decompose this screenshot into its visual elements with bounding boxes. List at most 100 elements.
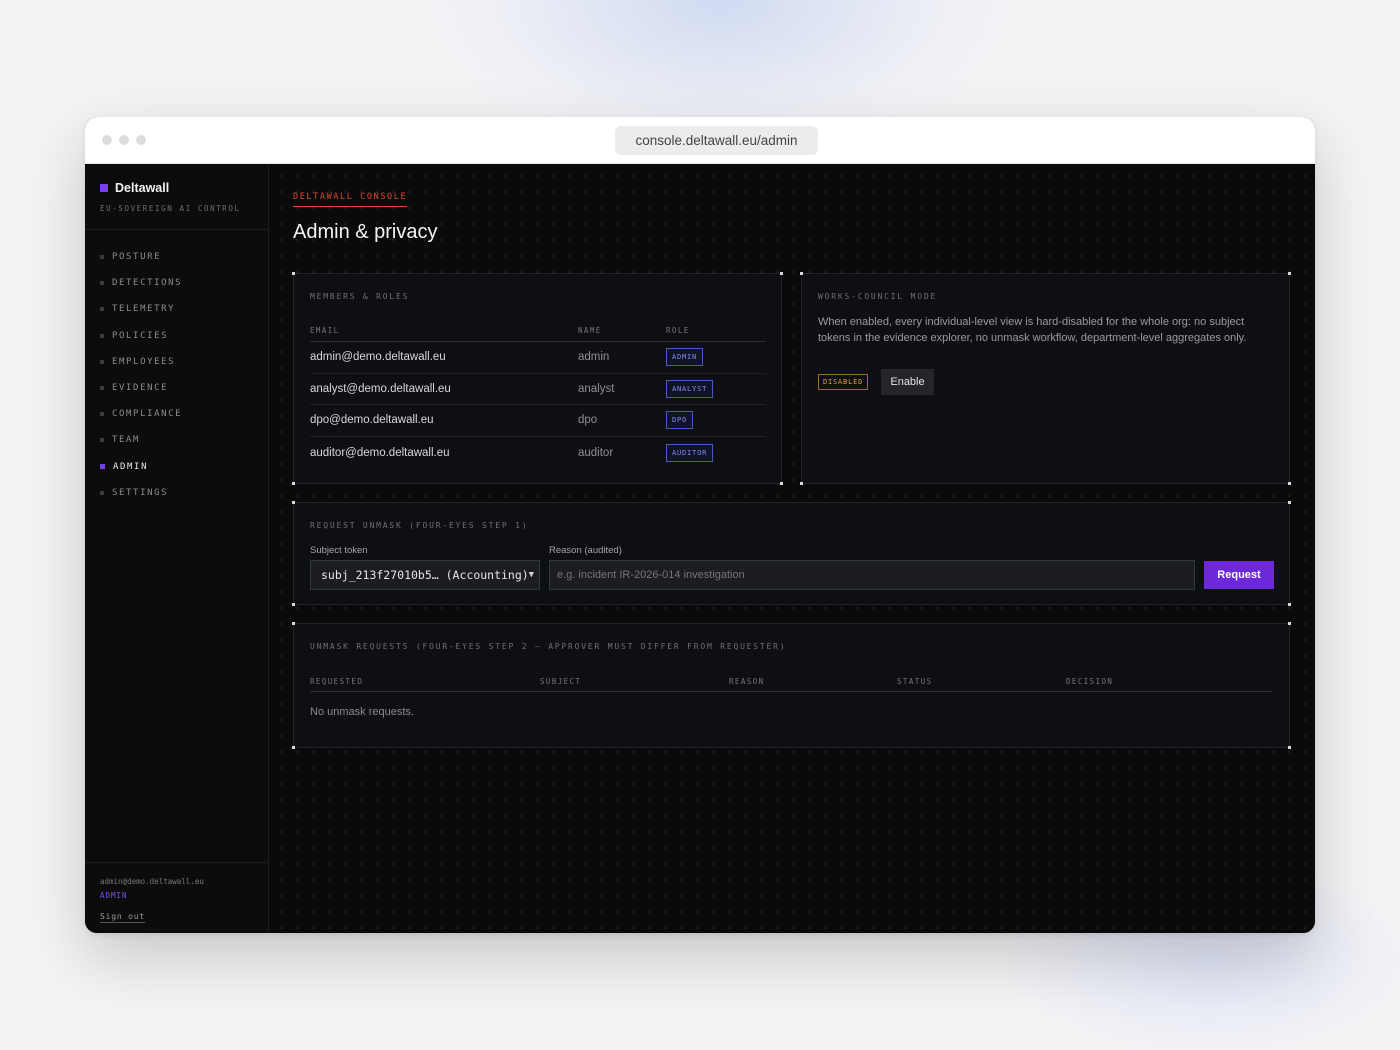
sidebar-item-admin[interactable]: ADMIN: [85, 454, 268, 480]
corner-marker: [292, 622, 295, 625]
corner-marker: [292, 501, 295, 504]
chevron-down-icon: ▼: [528, 570, 534, 580]
column-header-email: EMAIL: [310, 326, 340, 335]
works-council-panel: WORKS-COUNCIL MODE When enabled, every i…: [800, 272, 1291, 485]
brand-tagline: EU-SOVEREIGN AI CONTROL: [100, 204, 241, 213]
table-row: dpo@demo.deltawall.eu dpo DPO: [310, 405, 766, 437]
sidebar-item-label: EMPLOYEES: [112, 356, 176, 367]
bullet-icon: [100, 255, 104, 260]
bullet-icon: [100, 281, 104, 286]
request-button[interactable]: Request: [1204, 561, 1274, 589]
page-title: Admin & privacy: [293, 221, 438, 243]
brand: Deltawall EU-SOVEREIGN AI CONTROL: [85, 164, 268, 230]
bullet-icon: [100, 307, 104, 312]
works-council-description: When enabled, every individual-level vie…: [818, 316, 1247, 344]
table-row: analyst@demo.deltawall.eu analyst ANALYS…: [310, 374, 766, 406]
sidebar-item-posture[interactable]: POSTURE: [85, 244, 268, 270]
sidebar-item-telemetry[interactable]: TELEMETRY: [85, 296, 268, 322]
corner-marker: [1288, 746, 1291, 749]
sidebar-item-employees[interactable]: EMPLOYEES: [85, 349, 268, 375]
member-email: admin@demo.deltawall.eu: [310, 351, 446, 364]
empty-state-message: No unmask requests.: [310, 706, 414, 718]
member-name: auditor: [578, 446, 614, 459]
sidebar-item-label: COMPLIANCE: [112, 409, 183, 420]
bullet-icon: [100, 386, 104, 391]
corner-marker: [1288, 622, 1291, 625]
role-badge: DPO: [666, 411, 694, 430]
main-content: DELTAWALL CONSOLE Admin & privacy MEMBER…: [269, 164, 1315, 933]
corner-marker: [292, 482, 295, 485]
brand-logo-icon: [100, 184, 108, 192]
request-unmask-panel: REQUEST UNMASK (FOUR-EYES STEP 1) Subjec…: [292, 501, 1291, 606]
member-email: analyst@demo.deltawall.eu: [310, 382, 451, 395]
page-eyebrow: DELTAWALL CONSOLE: [293, 192, 408, 207]
table-header: REQUESTED SUBJECT REASON STATUS DECISION: [310, 670, 1273, 692]
panel-label: WORKS-COUNCIL MODE: [818, 292, 938, 301]
bullet-icon: [100, 333, 104, 338]
sidebar-item-policies[interactable]: POLICIES: [85, 323, 268, 349]
corner-marker: [780, 482, 783, 485]
bullet-icon: [100, 490, 104, 495]
bullet-icon: [100, 412, 104, 417]
enable-button[interactable]: Enable: [881, 369, 934, 395]
unmask-requests-panel: UNMASK REQUESTS (FOUR-EYES STEP 2 — APPR…: [292, 622, 1291, 749]
corner-marker: [292, 603, 295, 606]
minimize-window-dot[interactable]: [119, 135, 129, 145]
reason-label: Reason (audited): [549, 545, 622, 556]
column-header-status: STATUS: [897, 677, 933, 686]
sidebar-item-label: DETECTIONS: [112, 278, 183, 289]
sidebar-item-label: POSTURE: [112, 252, 162, 263]
role-badge: ANALYST: [666, 379, 714, 398]
brand-name: Deltawall: [115, 181, 170, 195]
corner-marker: [292, 272, 295, 275]
panel-label: UNMASK REQUESTS (FOUR-EYES STEP 2 — APPR…: [310, 642, 787, 651]
user-role: ADMIN: [100, 891, 128, 900]
members-panel: MEMBERS & ROLES EMAIL NAME ROLE admin@de…: [292, 272, 783, 485]
corner-marker: [780, 272, 783, 275]
column-header-decision: DECISION: [1066, 677, 1114, 686]
sidebar-item-detections[interactable]: DETECTIONS: [85, 270, 268, 296]
browser-titlebar: console.deltawall.eu/admin: [85, 117, 1315, 164]
column-header-role: ROLE: [666, 326, 690, 335]
subject-token-select[interactable]: subj_213f27010b5… (Accounting) ▼: [310, 560, 540, 590]
table-header: EMAIL NAME ROLE: [310, 320, 766, 342]
corner-marker: [1288, 501, 1291, 504]
app-shell: Deltawall EU-SOVEREIGN AI CONTROL POSTUR…: [85, 164, 1315, 933]
close-window-dot[interactable]: [102, 135, 112, 145]
user-email: admin@demo.deltawall.eu: [100, 877, 204, 886]
sign-out-link[interactable]: Sign out: [100, 912, 145, 923]
sidebar-item-compliance[interactable]: COMPLIANCE: [85, 401, 268, 427]
bullet-icon: [100, 359, 104, 364]
reason-input[interactable]: e.g. incident IR-2026-014 investigation: [549, 560, 1195, 590]
column-header-requested: REQUESTED: [310, 677, 364, 686]
sidebar-item-label: EVIDENCE: [112, 383, 169, 394]
column-header-subject: SUBJECT: [540, 677, 582, 686]
sidebar-item-settings[interactable]: SETTINGS: [85, 480, 268, 506]
subject-token-label: Subject token: [310, 545, 368, 556]
sidebar-item-evidence[interactable]: EVIDENCE: [85, 375, 268, 401]
sidebar: Deltawall EU-SOVEREIGN AI CONTROL POSTUR…: [85, 164, 269, 933]
sidebar-item-label: TELEMETRY: [112, 304, 176, 315]
member-name: admin: [578, 351, 610, 364]
column-header-reason: REASON: [729, 677, 765, 686]
subject-token-value: subj_213f27010b5… (Accounting): [321, 568, 529, 582]
corner-marker: [1288, 272, 1291, 275]
window-controls: [102, 135, 146, 145]
url-bar[interactable]: console.deltawall.eu/admin: [615, 126, 818, 155]
sidebar-item-label: POLICIES: [112, 330, 169, 341]
sidebar-item-label: SETTINGS: [112, 487, 169, 498]
member-name: dpo: [578, 414, 598, 427]
sidebar-item-team[interactable]: TEAM: [85, 427, 268, 453]
corner-marker: [800, 482, 803, 485]
corner-marker: [1288, 603, 1291, 606]
member-email: dpo@demo.deltawall.eu: [310, 414, 434, 427]
maximize-window-dot[interactable]: [136, 135, 146, 145]
member-name: analyst: [578, 382, 615, 395]
corner-marker: [292, 746, 295, 749]
role-badge: ADMIN: [666, 348, 704, 367]
status-badge: DISABLED: [818, 374, 869, 390]
corner-marker: [800, 272, 803, 275]
table-row: auditor@demo.deltawall.eu auditor AUDITO…: [310, 437, 766, 469]
table-row: admin@demo.deltawall.eu admin ADMIN: [310, 342, 766, 374]
member-email: auditor@demo.deltawall.eu: [310, 446, 450, 459]
